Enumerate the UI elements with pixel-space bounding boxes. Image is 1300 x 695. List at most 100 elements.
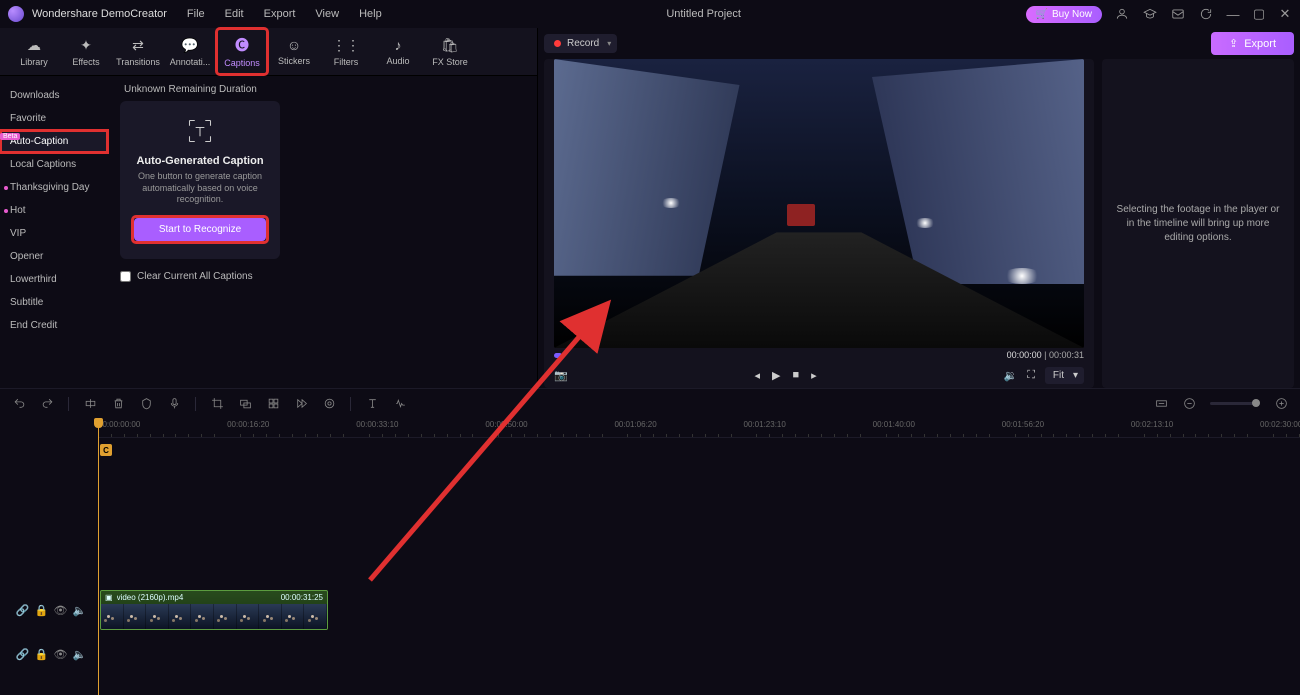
cat-end-credit[interactable]: End Credit — [0, 314, 108, 337]
cat-subtitle[interactable]: Subtitle — [0, 291, 108, 314]
effects-icon: ✦ — [80, 37, 92, 54]
tab-fxstore[interactable]: 🛍FX Store — [424, 28, 476, 75]
beta-badge: Beta — [0, 133, 20, 140]
speed-button[interactable] — [294, 397, 308, 411]
cat-lowerthird[interactable]: Lowerthird — [0, 268, 108, 291]
menu-edit[interactable]: Edit — [225, 8, 244, 20]
maximize-button[interactable]: ▢ — [1252, 6, 1266, 22]
text-button[interactable] — [365, 397, 379, 411]
stop-button[interactable]: ■ — [793, 369, 800, 382]
minimize-button[interactable]: — — [1226, 7, 1240, 22]
tab-filters[interactable]: ⋮⋮Filters — [320, 28, 372, 75]
redo-button[interactable] — [40, 397, 54, 411]
cat-favorite[interactable]: Favorite — [0, 107, 108, 130]
cat-vip[interactable]: VIP — [0, 222, 108, 245]
cat-thanksgiving[interactable]: Thanksgiving Day — [0, 176, 108, 199]
menu-view[interactable]: View — [315, 8, 339, 20]
snapshot-button[interactable]: 📷 — [554, 369, 568, 382]
tab-effects[interactable]: ✦Effects — [60, 28, 112, 75]
tab-audio[interactable]: ♪Audio — [372, 28, 424, 75]
fullscreen-button[interactable]: ⛶ — [1027, 369, 1035, 382]
marker-button[interactable] — [139, 397, 153, 411]
ruler-tick: 00:01:06:20 — [614, 420, 656, 429]
caption-card-desc: One button to generate caption automatic… — [132, 171, 268, 206]
time-ruler[interactable]: 00:00:00:0000:00:16:2000:00:33:1000:00:5… — [98, 418, 1300, 438]
timeline[interactable]: 00:00:00:0000:00:16:2000:00:33:1000:00:5… — [0, 418, 1300, 695]
mosaic-button[interactable] — [266, 397, 280, 411]
cat-opener[interactable]: Opener — [0, 245, 108, 268]
fit-select[interactable]: Fit ▾ — [1045, 367, 1084, 384]
clear-captions-checkbox[interactable] — [120, 271, 131, 282]
message-icon[interactable] — [1170, 6, 1186, 22]
caption-card-title: Auto-Generated Caption — [132, 155, 268, 167]
crop-button[interactable] — [210, 397, 224, 411]
close-button[interactable]: ✕ — [1278, 6, 1292, 22]
video-player: 00:00:00 | 00:00:31 📷 ◂ ▶ ■ ▸ 🔉 ⛶ Fit ▾ — [544, 59, 1094, 388]
update-icon[interactable] — [1198, 6, 1214, 22]
undo-button[interactable] — [12, 397, 26, 411]
track-visibility-button[interactable]: 👁 — [54, 604, 67, 617]
ruler-tick: 00:00:50:00 — [485, 420, 527, 429]
cat-auto-caption[interactable]: Beta Auto-Caption — [0, 130, 108, 153]
track-link-button[interactable]: 🔗 — [16, 604, 29, 617]
remaining-duration-label: Unknown Remaining Duration — [124, 84, 525, 95]
menu-help[interactable]: Help — [359, 8, 382, 20]
captions-icon: 🅒 — [235, 35, 249, 55]
track-link-button[interactable]: 🔗 — [16, 648, 29, 661]
video-canvas[interactable] — [554, 59, 1084, 348]
audio-track-row: 🔗 🔒 👁 🔈 — [0, 632, 1300, 676]
scrub-handle-icon[interactable] — [554, 353, 562, 358]
record-button[interactable]: Record — [544, 34, 617, 53]
tab-annotations[interactable]: 💬Annotati... — [164, 28, 216, 75]
academy-icon[interactable] — [1142, 6, 1158, 22]
zoom-slider[interactable] — [1210, 402, 1260, 405]
track-lock-button[interactable]: 🔒 — [35, 604, 48, 617]
cat-downloads[interactable]: Downloads — [0, 84, 108, 107]
buy-now-button[interactable]: 🛒 Buy Now — [1026, 6, 1102, 23]
track-lock-button[interactable]: 🔒 — [35, 648, 48, 661]
green-screen-button[interactable] — [322, 397, 336, 411]
project-title: Untitled Project — [382, 8, 1026, 20]
delete-button[interactable] — [111, 397, 125, 411]
track-mute-button[interactable]: 🔈 — [73, 648, 86, 661]
split-button[interactable] — [83, 397, 97, 411]
tab-captions[interactable]: 🅒Captions — [216, 28, 268, 75]
play-button[interactable]: ▶ — [772, 369, 780, 382]
track-mute-button[interactable]: 🔈 — [73, 604, 86, 617]
prev-frame-button[interactable]: ◂ — [755, 369, 761, 382]
zoom-in-button[interactable] — [1274, 397, 1288, 411]
tab-stickers[interactable]: ☺Stickers — [268, 28, 320, 75]
timecode: 00:00:00 | 00:00:31 — [1007, 350, 1084, 360]
ruler-tick: 00:00:16:20 — [227, 420, 269, 429]
transitions-icon: ⇄ — [132, 37, 144, 54]
playhead[interactable] — [98, 418, 99, 695]
track-visibility-button[interactable]: 👁 — [54, 648, 67, 661]
tab-transitions[interactable]: ⇄Transitions — [112, 28, 164, 75]
audio-edit-button[interactable] — [393, 397, 407, 411]
voiceover-button[interactable] — [167, 397, 181, 411]
buy-now-label: Buy Now — [1052, 9, 1092, 20]
scrub-bar[interactable]: 00:00:00 | 00:00:31 — [544, 348, 1094, 362]
ruler-tick: 00:01:23:10 — [744, 420, 786, 429]
export-button[interactable]: ⇪ Export — [1211, 32, 1294, 55]
video-track-row: 🔗 🔒 👁 🔈 ▣ video (2160p).mp4 00:00:31:25 — [0, 588, 1300, 632]
clear-captions-row[interactable]: Clear Current All Captions — [120, 271, 525, 282]
video-clip[interactable]: ▣ video (2160p).mp4 00:00:31:25 — [100, 590, 328, 630]
dot-icon — [4, 209, 8, 213]
pan-zoom-button[interactable] — [238, 397, 252, 411]
tab-library[interactable]: ☁Library — [8, 28, 60, 75]
menu-file[interactable]: File — [187, 8, 205, 20]
account-icon[interactable] — [1114, 6, 1130, 22]
annotations-icon: 💬 — [181, 37, 198, 54]
menu-export[interactable]: Export — [264, 8, 296, 20]
cat-local-captions[interactable]: Local Captions — [0, 153, 108, 176]
zoom-out-button[interactable] — [1182, 397, 1196, 411]
volume-button[interactable]: 🔉 — [1003, 369, 1017, 382]
clip-end-time: 00:00:31:25 — [281, 593, 323, 602]
next-frame-button[interactable]: ▸ — [811, 369, 817, 382]
cat-hot[interactable]: Hot — [0, 199, 108, 222]
dot-icon — [4, 186, 8, 190]
zoom-thumb[interactable] — [1252, 399, 1260, 407]
auto-fit-button[interactable] — [1154, 397, 1168, 411]
start-recognize-button[interactable]: Start to Recognize — [134, 218, 266, 241]
